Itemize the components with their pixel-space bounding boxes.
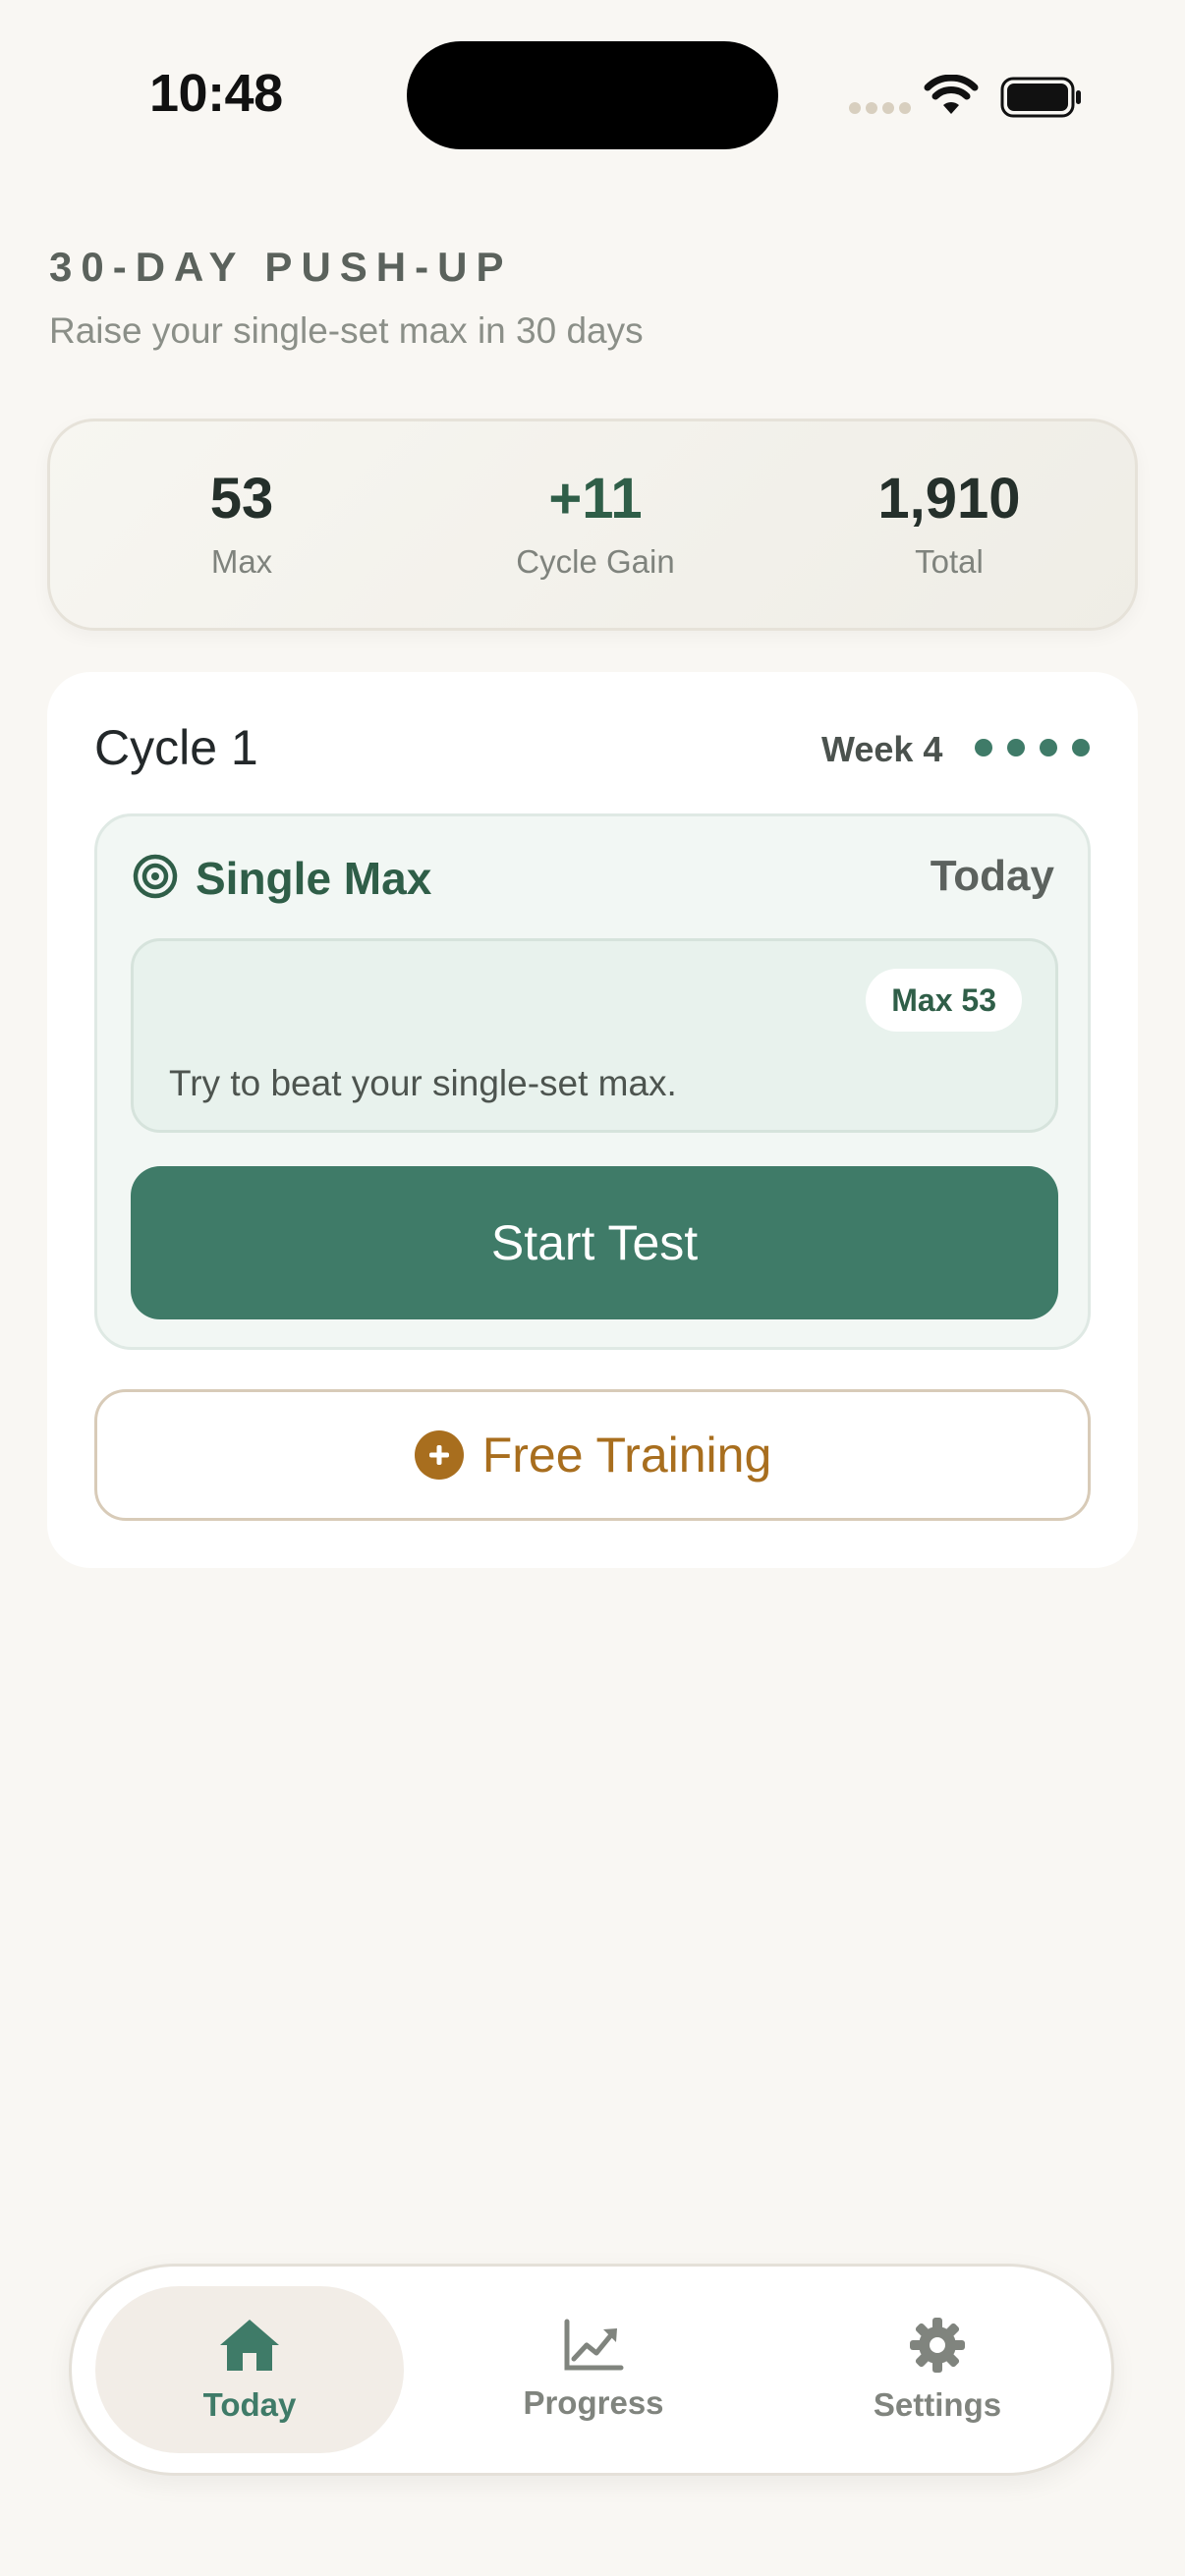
- target-icon: [133, 854, 178, 899]
- free-training-label: Free Training: [481, 1428, 772, 1483]
- tab-bar: Today Progress Settings: [69, 2264, 1114, 2476]
- battery-icon: [1000, 77, 1081, 118]
- stat-total-label: Total: [915, 543, 984, 580]
- dynamic-island: [407, 41, 778, 149]
- stats-card: 53 Max +11 Cycle Gain 1,910 Total: [47, 419, 1138, 631]
- tab-today-label: Today: [202, 2386, 297, 2423]
- tab-settings[interactable]: Settings: [783, 2286, 1092, 2453]
- plus-circle-icon: [414, 1430, 464, 1480]
- gear-icon: [910, 2318, 965, 2373]
- free-training-button[interactable]: Free Training: [94, 1389, 1091, 1521]
- stat-cycle-gain-value: +11: [548, 467, 643, 531]
- max-badge: Max 53: [866, 969, 1022, 1032]
- today-screen: 10:48 30-DAY PUSH-UP Raise your single-s…: [0, 0, 1185, 2576]
- status-time: 10:48: [149, 64, 283, 123]
- stat-cycle-gain: +11 Cycle Gain: [433, 471, 758, 581]
- chart-icon: [564, 2319, 624, 2371]
- week-progress-dots: [975, 739, 1090, 756]
- cellular-signal-icon: [849, 102, 911, 114]
- stat-total-value: 1,910: [877, 467, 1021, 531]
- stat-total: 1,910 Total: [787, 471, 1111, 581]
- tab-today[interactable]: Today: [95, 2286, 404, 2453]
- session-description: Try to beat your single-set max.: [169, 1063, 677, 1103]
- cycle-title: Cycle 1: [94, 720, 258, 775]
- home-icon: [220, 2320, 279, 2371]
- app-title: 30-DAY PUSH-UP: [49, 244, 513, 290]
- app-subtitle: Raise your single-set max in 30 days: [49, 310, 644, 351]
- session-name: Single Max: [196, 853, 432, 904]
- week-label: Week 4: [821, 729, 943, 769]
- week-dot: [1007, 739, 1025, 756]
- stat-max: 53 Max: [80, 471, 404, 581]
- cycle-card: Cycle 1 Week 4 Single Max Today Max 53 T…: [47, 672, 1138, 1568]
- session-info-box: Max 53 Try to beat your single-set max.: [131, 938, 1058, 1133]
- session-when: Today: [930, 852, 1054, 900]
- tab-progress[interactable]: Progress: [439, 2286, 748, 2453]
- week-dot: [1072, 739, 1090, 756]
- tab-settings-label: Settings: [873, 2386, 1002, 2423]
- week-dot: [975, 739, 992, 756]
- stat-max-label: Max: [210, 543, 273, 580]
- stat-max-value: 53: [209, 467, 274, 531]
- wifi-icon: [924, 75, 979, 114]
- session-card: Single Max Today Max 53 Try to beat your…: [94, 813, 1091, 1350]
- tab-progress-label: Progress: [523, 2384, 664, 2421]
- week-dot: [1040, 739, 1057, 756]
- start-test-button[interactable]: Start Test: [131, 1166, 1058, 1319]
- stat-cycle-gain-label: Cycle Gain: [516, 543, 675, 580]
